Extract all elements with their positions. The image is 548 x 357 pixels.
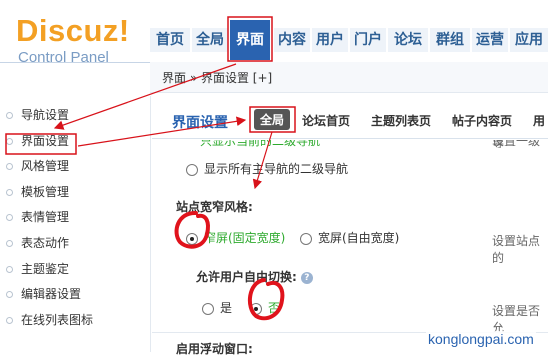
sidebar-item-label: 在线列表图标 xyxy=(21,312,94,327)
option-yes-label: 是 xyxy=(220,301,233,315)
bullet-icon xyxy=(6,214,13,222)
bullet-icon xyxy=(6,265,13,273)
option-wide-label: 宽屏(自由宽度) xyxy=(318,231,400,245)
option-narrow-label: 窄屏(固定宽度) xyxy=(204,231,286,245)
bullet-icon xyxy=(6,240,13,247)
watermark: konglongpai.com xyxy=(426,331,536,347)
bullet-icon xyxy=(6,291,13,299)
float-section-title: 启用浮动窗口: xyxy=(176,342,253,356)
nav-item-8[interactable]: 运营 xyxy=(472,28,508,52)
sidebar-item-label: 表情管理 xyxy=(21,210,70,225)
option-wide[interactable]: 宽屏(自由宽度) xyxy=(300,229,399,246)
tab-thread-list[interactable]: 主题列表页 xyxy=(371,112,431,129)
top-right-hint: 设置一级导 xyxy=(492,140,541,148)
main-panel: 界面设置 全局 论坛首页 主题列表页 帖子内容页 用 只显示当前的二级导航 设置… xyxy=(152,96,548,356)
sidebar-item-6[interactable]: 主题鉴定 xyxy=(6,260,69,278)
breadcrumb: 界面 » 界面设置 [+] xyxy=(162,71,273,85)
page-title: 界面设置 xyxy=(172,115,228,131)
sidebar-item-1[interactable]: 界面设置 xyxy=(6,132,69,150)
radio-yes[interactable] xyxy=(202,302,214,315)
breadcrumb-bar: 界面 » 界面设置 [+] xyxy=(150,62,548,93)
nav-item-3[interactable]: 内容 xyxy=(274,28,310,52)
sidebar-item-label: 模板管理 xyxy=(21,184,70,199)
nav-item-9[interactable]: 应用 xyxy=(510,28,548,52)
option-show-all[interactable]: 显示所有主导航的二级导航 xyxy=(186,160,348,177)
switch-section-label: 允许用户自由切换: xyxy=(196,270,297,284)
radio-wide[interactable] xyxy=(300,232,312,245)
sidebar-item-label: 主题鉴定 xyxy=(21,261,70,276)
bullet-icon xyxy=(6,163,13,171)
sidebar-item-label: 编辑器设置 xyxy=(21,287,82,302)
logo-subtitle: Control Panel xyxy=(18,49,109,66)
radio-narrow[interactable] xyxy=(186,232,198,245)
sidebar-item-7[interactable]: 编辑器设置 xyxy=(6,285,81,303)
sidebar-item-2[interactable]: 风格管理 xyxy=(6,157,69,175)
header: Discuz! Control Panel 首页 全局 界面 内容 用户 门户 论坛 群组 运营… xyxy=(0,0,548,66)
nav-item-0[interactable]: 首页 xyxy=(150,28,190,52)
option-no[interactable]: 否 xyxy=(250,299,280,316)
bullet-icon xyxy=(6,316,13,324)
width-hint: 设置站点的 xyxy=(492,234,541,265)
bullet-icon xyxy=(6,112,13,119)
sidebar-item-label: 风格管理 xyxy=(21,159,70,174)
sidebar-item-5[interactable]: 表态动作 xyxy=(6,234,69,252)
bullet-icon xyxy=(6,188,13,196)
tab-forum-home[interactable]: 论坛首页 xyxy=(302,112,350,129)
cut-option-label: 只显示当前的二级导航 xyxy=(200,140,321,148)
sidebar-item-0[interactable]: 导航设置 xyxy=(6,106,69,124)
sidebar-item-8[interactable]: 在线列表图标 xyxy=(6,311,93,329)
logo: Discuz! xyxy=(16,13,130,48)
help-icon[interactable]: ? xyxy=(300,271,313,284)
nav-item-4[interactable]: 用户 xyxy=(312,28,348,52)
option-no-label: 否 xyxy=(268,301,281,315)
nav-item-6[interactable]: 论坛 xyxy=(388,28,428,52)
nav-item-5[interactable]: 门户 xyxy=(350,28,386,52)
sidebar-item-4[interactable]: 表情管理 xyxy=(6,208,69,226)
nav-item-7[interactable]: 群组 xyxy=(430,28,470,52)
radio-no[interactable] xyxy=(250,302,262,315)
bullet-icon xyxy=(6,137,13,145)
option-narrow[interactable]: 窄屏(固定宽度) xyxy=(186,229,285,246)
sidebar: 导航设置界面设置风格管理模板管理表情管理表态动作主题鉴定编辑器设置在线列表图标 xyxy=(0,96,151,352)
option-yes[interactable]: 是 xyxy=(202,299,232,316)
tab-global[interactable]: 全局 xyxy=(254,109,291,130)
sidebar-item-3[interactable]: 模板管理 xyxy=(6,183,69,201)
nav-item-1[interactable]: 全局 xyxy=(192,28,228,52)
radio-show-all[interactable] xyxy=(186,163,198,176)
nav-item-2[interactable]: 界面 xyxy=(230,20,270,60)
sidebar-item-label: 界面设置 xyxy=(21,133,70,148)
tab-more[interactable]: 用 xyxy=(533,112,545,129)
option-show-all-label: 显示所有主导航的二级导航 xyxy=(204,162,349,176)
sidebar-item-label: 表态动作 xyxy=(21,236,70,250)
tab-divider xyxy=(152,138,548,139)
switch-section-title: 允许用户自由切换:? xyxy=(196,268,313,285)
sidebar-item-label: 导航设置 xyxy=(21,108,70,122)
tab-post-content[interactable]: 帖子内容页 xyxy=(452,112,512,129)
width-section-title: 站点宽窄风格: xyxy=(176,200,253,214)
